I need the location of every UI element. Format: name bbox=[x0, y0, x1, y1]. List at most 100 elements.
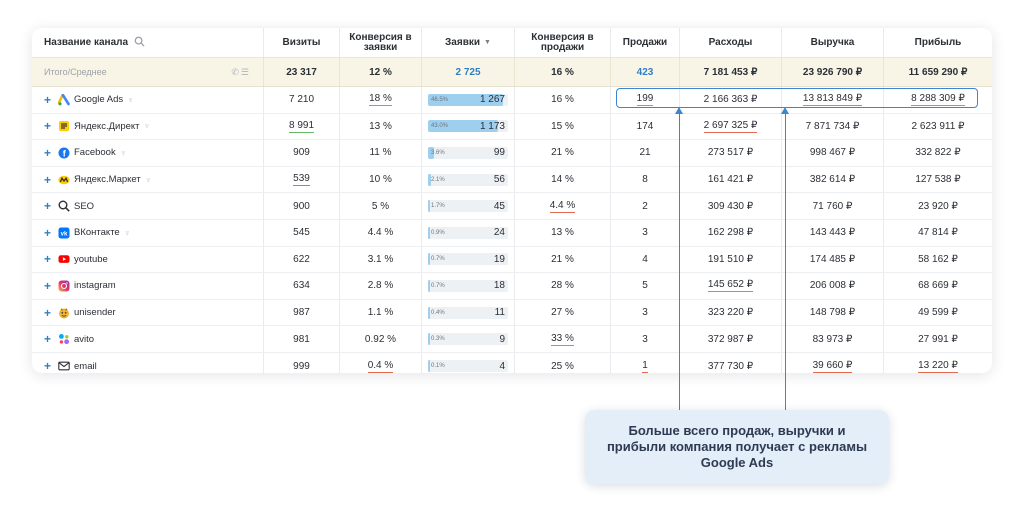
expand-plus-icon[interactable]: + bbox=[44, 146, 51, 160]
pin-icon[interactable]: ♆ bbox=[124, 228, 131, 238]
pin-icon[interactable]: ♆ bbox=[144, 121, 151, 131]
requests-value[interactable]: 9 bbox=[499, 334, 505, 345]
avito-icon bbox=[58, 333, 70, 345]
visits-cell: 8 991 bbox=[264, 113, 340, 140]
requests-value[interactable]: 19 bbox=[494, 254, 505, 265]
expand-plus-icon[interactable]: + bbox=[44, 226, 51, 240]
header-channel[interactable]: Название канала bbox=[32, 28, 264, 57]
channel-name[interactable]: unisender bbox=[74, 307, 116, 318]
header-requests[interactable]: Заявки ▼ bbox=[422, 28, 515, 57]
sales-cell: 3 bbox=[611, 326, 680, 352]
table-row[interactable]: + SEO 900 5 % 1.7% 45 4.4 % 2 309 430 ₽71 760 ₽ 2… bbox=[32, 193, 992, 220]
header-expenses[interactable]: Расходы bbox=[680, 28, 782, 57]
requests-share-label: 0.7% bbox=[431, 282, 445, 289]
channel-name[interactable]: ВКонтакте bbox=[74, 227, 120, 238]
table-row[interactable]: + Яндекс.Директ ♆ 8 991 13 % 43.0% 1 173 15 % 17… bbox=[32, 113, 992, 141]
requests-value[interactable]: 18 bbox=[494, 280, 505, 291]
expand-plus-icon[interactable]: + bbox=[44, 279, 51, 293]
requests-share-bar: 0.1% 4 bbox=[428, 360, 508, 373]
search-icon[interactable] bbox=[134, 36, 145, 49]
table-row[interactable]: + Яндекс.Маркет ♆ 539 10 % 2.1% 56 14 % 8 161 421… bbox=[32, 166, 992, 194]
visits-cell: 622 bbox=[264, 246, 340, 273]
expand-plus-icon[interactable]: + bbox=[44, 119, 51, 133]
conversion-requests-cell: 11 % bbox=[340, 140, 422, 166]
requests-share-label: 1.7% bbox=[431, 203, 445, 210]
requests-value[interactable]: 1 267 bbox=[480, 94, 505, 105]
totals-sales[interactable]: 423 bbox=[611, 58, 680, 86]
sales-cell: 3 bbox=[611, 299, 680, 326]
visits-cell: 909 bbox=[264, 140, 340, 166]
requests-value[interactable]: 99 bbox=[494, 147, 505, 158]
svg-text:vk: vk bbox=[61, 231, 68, 237]
channel-name[interactable]: Facebook bbox=[74, 147, 116, 158]
expand-plus-icon[interactable]: + bbox=[44, 199, 51, 213]
requests-share-bar: 2.1% 56 bbox=[428, 173, 508, 186]
phone-icon[interactable]: ✆ bbox=[231, 67, 241, 77]
requests-value[interactable]: 24 bbox=[494, 227, 505, 238]
conversion-requests-cell: 10 % bbox=[340, 166, 422, 193]
visits-cell: 900 bbox=[264, 193, 340, 219]
channel-name[interactable]: Google Ads bbox=[74, 94, 123, 105]
pin-icon[interactable]: ♆ bbox=[127, 95, 134, 105]
header-conversion-requests[interactable]: Конверсия в заявки bbox=[340, 28, 422, 57]
requests-value[interactable]: 11 bbox=[495, 307, 505, 318]
expand-plus-icon[interactable]: + bbox=[44, 252, 51, 266]
requests-share-bar: 0.3% 9 bbox=[428, 333, 508, 346]
conversion-requests-cell: 0.92 % bbox=[340, 326, 422, 352]
channel-name[interactable]: Яндекс.Директ bbox=[74, 121, 140, 132]
channel-cell: + Google Ads ♆ bbox=[32, 87, 264, 113]
header-visits[interactable]: Визиты bbox=[264, 28, 340, 57]
requests-share-label: 3.6% bbox=[431, 149, 445, 156]
channel-name[interactable]: SEO bbox=[74, 201, 94, 212]
header-revenue[interactable]: Выручка bbox=[782, 28, 884, 57]
table-row[interactable]: + email 999 0.4 % 0.1% 4 25 % 1 377 730 ₽39 660 … bbox=[32, 353, 992, 373]
profit-cell: 47 814 ₽ bbox=[918, 227, 958, 239]
channel-cell: + SEO bbox=[32, 193, 264, 219]
expand-plus-icon[interactable]: + bbox=[44, 173, 51, 187]
requests-value[interactable]: 4 bbox=[499, 361, 505, 372]
yandex-direct-icon bbox=[58, 120, 70, 132]
table-row[interactable]: + youtube 622 3.1 % 0.7% 19 21 % 4 191 510 ₽174 … bbox=[32, 246, 992, 274]
facebook-icon: f bbox=[58, 147, 70, 159]
expand-plus-icon[interactable]: + bbox=[44, 332, 51, 346]
channel-name[interactable]: email bbox=[74, 361, 97, 372]
channel-cell: + instagram bbox=[32, 273, 264, 299]
sales-cell: 4 bbox=[611, 246, 680, 273]
requests-value[interactable]: 1 173 bbox=[480, 121, 505, 132]
requests-value[interactable]: 45 bbox=[494, 201, 505, 212]
visits-cell: 987 bbox=[264, 299, 340, 326]
conversion-requests-cell: 4.4 % bbox=[340, 220, 422, 246]
header-profit[interactable]: Прибыль bbox=[884, 28, 992, 57]
expand-plus-icon[interactable]: + bbox=[44, 306, 51, 320]
header-sales[interactable]: Продажи bbox=[611, 28, 680, 57]
profit-cell: 8 288 309 ₽ bbox=[911, 93, 965, 107]
requests-share-bar: 46.5% 1 267 bbox=[428, 93, 508, 106]
table-row[interactable]: + unisender 987 1.1 % 0.4% 11 27 % 3 323 220 ₽14… bbox=[32, 299, 992, 327]
list-icon[interactable]: ☰ bbox=[241, 67, 251, 77]
expand-plus-icon[interactable]: + bbox=[44, 359, 51, 373]
table-row[interactable]: + vk ВКонтакте ♆ 545 4.4 % 0.9% 24 13 % 3 162 298 … bbox=[32, 220, 992, 247]
pin-icon[interactable]: ♆ bbox=[145, 175, 152, 185]
expenses-cell: 145 652 ₽ bbox=[680, 273, 782, 299]
profit-cell: 23 920 ₽ bbox=[918, 200, 958, 212]
requests-cell: 1.7% 45 bbox=[422, 193, 515, 219]
channel-name[interactable]: avito bbox=[74, 334, 94, 345]
channel-name[interactable]: youtube bbox=[74, 254, 108, 265]
conversion-sales-cell: 21 % bbox=[515, 140, 611, 166]
totals-revenue: 23 926 790 ₽ bbox=[782, 58, 884, 86]
expand-plus-icon[interactable]: + bbox=[44, 93, 51, 107]
table-row[interactable]: + f Facebook ♆ 909 11 % 3.6% 99 21 % 21 273 517 ₽9… bbox=[32, 140, 992, 167]
totals-requests[interactable]: 2 725 bbox=[422, 58, 515, 86]
header-conversion-sales[interactable]: Конверсия в продажи bbox=[515, 28, 611, 57]
channel-name[interactable]: instagram bbox=[74, 280, 116, 291]
pin-icon[interactable]: ♆ bbox=[120, 148, 127, 158]
sort-desc-icon[interactable]: ▼ bbox=[484, 38, 491, 48]
requests-value[interactable]: 56 bbox=[494, 174, 505, 185]
channel-name[interactable]: Яндекс.Маркет bbox=[74, 174, 141, 185]
table-row[interactable]: + Google Ads ♆ 7 210 18 % 46.5% 1 267 16 % 199 2 … bbox=[32, 87, 992, 114]
table-row[interactable]: + avito 981 0.92 % 0.3% 9 33 % 3 372 987 ₽83 973… bbox=[32, 326, 992, 353]
channel-cell: + vk ВКонтакте ♆ bbox=[32, 220, 264, 246]
requests-cell: 46.5% 1 267 bbox=[422, 87, 515, 113]
table-row[interactable]: + instagram 634 2.8 % 0.7% 18 28 % 5 145 652 ₽20… bbox=[32, 273, 992, 300]
conversion-sales-cell: 15 % bbox=[515, 113, 611, 140]
